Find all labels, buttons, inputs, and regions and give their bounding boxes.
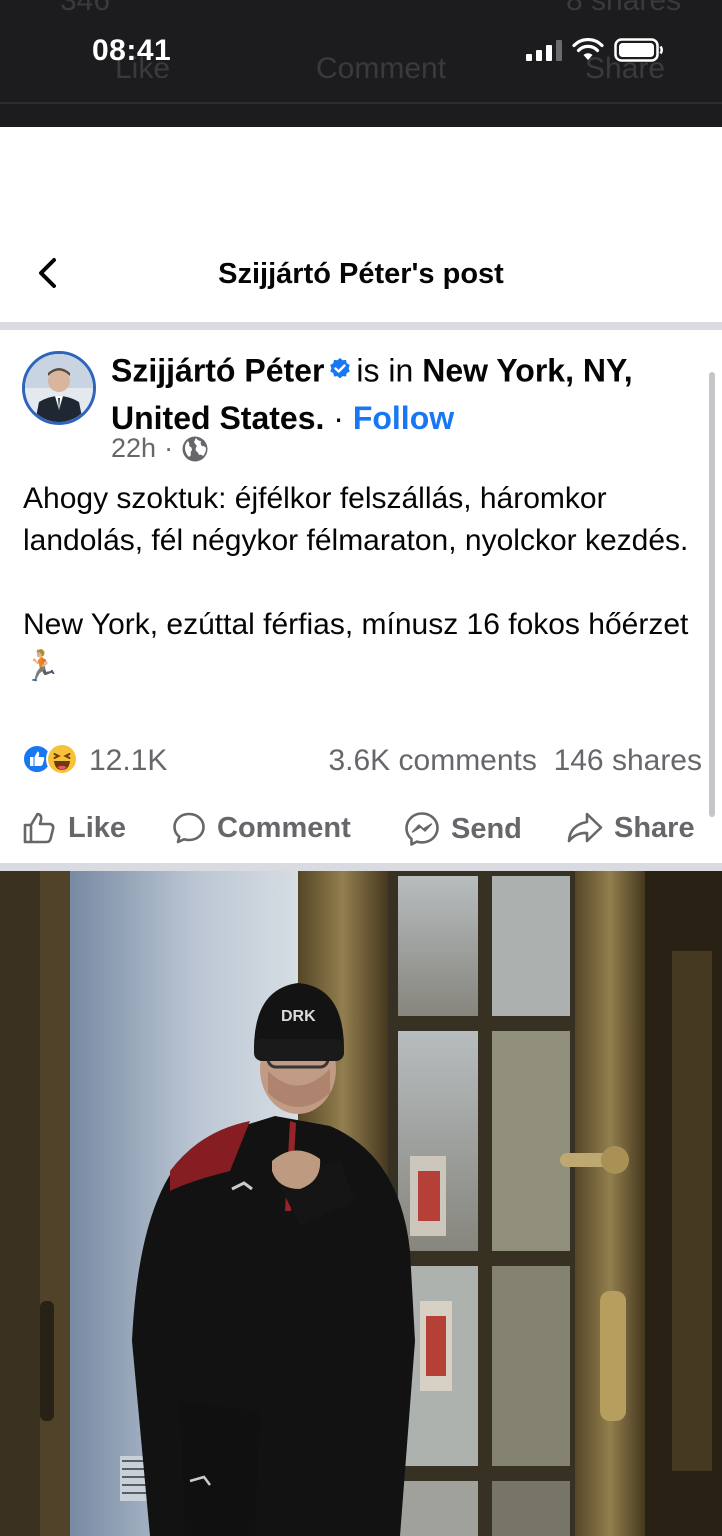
previous-post-shares: 8 shares — [566, 0, 682, 17]
reactions-summary[interactable] — [22, 743, 78, 775]
follow-button[interactable]: Follow — [353, 400, 454, 436]
post-time[interactable]: 22h — [111, 433, 156, 464]
messenger-icon — [405, 812, 439, 846]
battery-icon — [614, 38, 663, 62]
send-label: Send — [451, 812, 522, 845]
comment-button[interactable]: Comment — [171, 810, 351, 846]
avatar[interactable] — [22, 351, 96, 425]
author-photo — [25, 354, 93, 422]
comment-bubble-icon — [173, 812, 205, 844]
location-prefix: is in — [356, 352, 414, 389]
post-header: Szijjártó Péter's post — [0, 127, 722, 325]
author-name[interactable]: Szijjártó Péter — [111, 352, 324, 388]
follow-separator: · — [333, 400, 344, 436]
post-author-line: Szijjártó Péter is in New York, NY, Unite… — [111, 349, 701, 439]
share-arrow-icon — [567, 812, 603, 843]
haha-reaction-icon — [46, 743, 78, 775]
send-button[interactable]: Send — [403, 810, 522, 848]
post-photo[interactable]: DRK — [0, 871, 722, 1536]
like-button[interactable]: Like — [22, 810, 126, 846]
post-paragraph: Ahogy szoktuk: éjfélkor felszállás, háro… — [23, 482, 689, 557]
post-image: DRK — [0, 871, 722, 1536]
status-time: 08:41 — [92, 34, 172, 67]
time-separator: · — [164, 433, 174, 463]
comment-label: Comment — [217, 811, 351, 844]
status-icons — [526, 38, 664, 62]
reaction-count[interactable]: 12.1K — [89, 744, 167, 778]
share-label: Share — [614, 811, 695, 844]
verified-badge-icon — [328, 349, 352, 391]
wifi-icon — [572, 38, 604, 60]
thumbs-up-icon — [23, 812, 55, 844]
like-label: Like — [68, 811, 127, 844]
post-meta: 22h · — [111, 433, 209, 464]
header-divider — [0, 322, 722, 330]
shares-count[interactable]: 146 shares — [554, 744, 702, 777]
share-button[interactable]: Share — [566, 810, 695, 846]
comments-shares-count: 3.6K comments 146 shares — [328, 744, 702, 778]
post-text: Ahogy szoktuk: éjfélkor felszállás, háro… — [23, 478, 713, 688]
scrollbar[interactable] — [709, 372, 715, 817]
post-paragraph: New York, ezúttal férfias, mínusz 16 fok… — [23, 608, 689, 683]
post-stats: 12.1K 3.6K comments 146 shares — [22, 741, 702, 781]
comments-count[interactable]: 3.6K comments — [328, 744, 536, 777]
post-actions: Like Comment Send Share — [0, 800, 722, 860]
previous-post-divider — [0, 102, 722, 104]
page-title: Szijjártó Péter's post — [218, 258, 504, 290]
status-bar: 346 8 shares Like Comment Share 08:41 — [0, 0, 722, 127]
globe-icon — [182, 436, 208, 461]
actions-divider — [0, 863, 722, 871]
previous-post-count: 346 — [60, 0, 111, 17]
previous-post-comment[interactable]: Comment — [316, 52, 446, 86]
cellular-signal-icon — [526, 39, 562, 61]
